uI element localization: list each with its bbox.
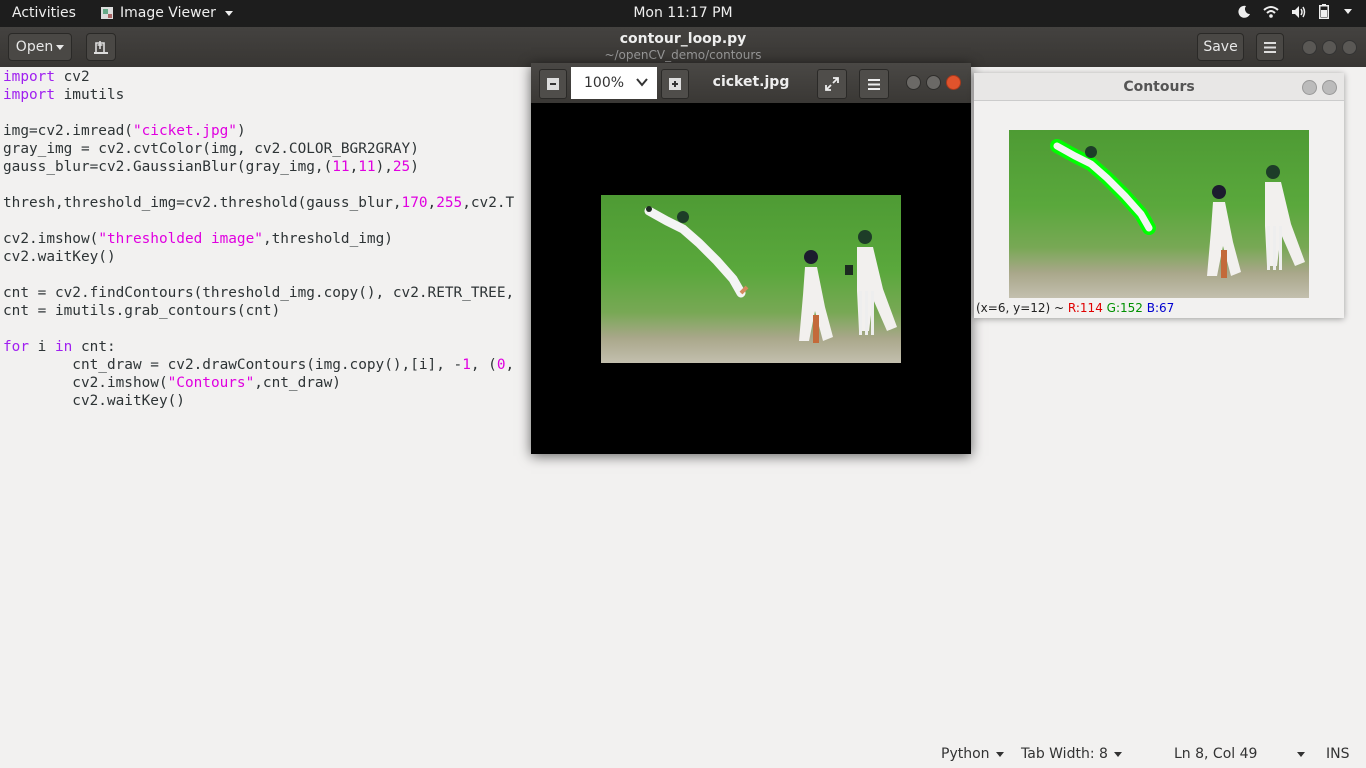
- plus-icon: [669, 78, 681, 90]
- pixel-blue: B:67: [1146, 301, 1175, 315]
- image-viewer-window[interactable]: 100% cicket.jpg: [531, 63, 971, 454]
- code-line[interactable]: ​: [3, 176, 514, 194]
- code-line[interactable]: cnt = cv2.findContours(threshold_img.cop…: [3, 284, 514, 302]
- editor-headerbar: Open contour_loop.py ~/openCV_demo/conto…: [0, 27, 1366, 67]
- viewer-close-button[interactable]: [946, 75, 961, 90]
- tab-width-selector[interactable]: Tab Width: 8: [1021, 746, 1122, 762]
- contour-scene-drawing: [1050, 139, 1305, 278]
- activities-button[interactable]: Activities: [12, 5, 76, 21]
- code-line[interactable]: cnt = imutils.grab_contours(cnt): [3, 302, 514, 320]
- contour-image: [1009, 130, 1309, 298]
- save-button[interactable]: Save: [1197, 33, 1244, 61]
- code-line[interactable]: import cv2: [3, 68, 514, 86]
- insert-mode-indicator: INS: [1326, 746, 1350, 762]
- hamburger-menu-button[interactable]: [1256, 33, 1284, 61]
- code-line[interactable]: gauss_blur=cv2.GaussianBlur(gray_img,(11…: [3, 158, 514, 176]
- viewer-headerbar: 100% cicket.jpg: [531, 63, 971, 103]
- code-line[interactable]: ​: [3, 212, 514, 230]
- minimize-button[interactable]: [1302, 40, 1317, 55]
- code-line[interactable]: thresh,threshold_img=cv2.threshold(gauss…: [3, 194, 514, 212]
- viewer-title: cicket.jpg: [712, 74, 790, 90]
- code-line[interactable]: gray_img = cv2.cvtColor(img, cv2.COLOR_B…: [3, 140, 514, 158]
- contours-title: Contours: [1123, 79, 1195, 95]
- zoom-value: 100%: [584, 75, 625, 91]
- code-text[interactable]: import cv2import imutils​img=cv2.imread(…: [3, 68, 514, 410]
- code-line[interactable]: ​: [3, 266, 514, 284]
- chevron-down-icon: [1344, 9, 1352, 14]
- top-bar: Activities Image Viewer Mon 11:17 PM: [0, 0, 1366, 27]
- language-label: Python: [941, 746, 990, 762]
- pixel-coords: (x=6, y=12) ~: [976, 301, 1065, 315]
- document-title: contour_loop.py: [619, 31, 747, 47]
- chevron-down-icon: [1113, 751, 1122, 757]
- cricket-image: [601, 195, 901, 363]
- viewer-minimize-button[interactable]: [906, 75, 921, 90]
- app-menu[interactable]: Image Viewer: [100, 5, 233, 21]
- zoom-in-button[interactable]: [661, 69, 689, 99]
- zoom-combobox[interactable]: 100%: [571, 67, 657, 99]
- code-line[interactable]: ​: [3, 320, 514, 338]
- volume-icon: [1292, 5, 1306, 18]
- pixel-green: G:152: [1106, 301, 1143, 315]
- code-line[interactable]: cv2.waitKey(): [3, 392, 514, 410]
- app-menu-label: Image Viewer: [120, 5, 216, 21]
- language-selector[interactable]: Python: [941, 746, 1004, 762]
- maximize-button[interactable]: [1322, 40, 1337, 55]
- tab-width-label: Tab Width: 8: [1021, 746, 1108, 762]
- clock[interactable]: Mon 11:17 PM: [633, 5, 732, 21]
- chevron-down-icon: [995, 751, 1004, 757]
- code-line[interactable]: cv2.imshow("thresholded image",threshold…: [3, 230, 514, 248]
- code-line[interactable]: img=cv2.imread("cicket.jpg"): [3, 122, 514, 140]
- contours-window[interactable]: Contours (x=6, y=12) ~ R:114 G:152 B:67: [974, 73, 1344, 318]
- chevron-down-icon: [224, 10, 233, 16]
- cursor-position-selector[interactable]: Ln 8, Col 49: [1174, 746, 1306, 762]
- image-viewer-icon: [101, 7, 113, 19]
- status-bar: Python Tab Width: 8 Ln 8, Col 49 INS: [0, 742, 1366, 768]
- hamburger-icon: [1264, 41, 1276, 53]
- pixel-info: (x=6, y=12) ~ R:114 G:152 B:67: [976, 301, 1174, 315]
- viewer-maximize-button[interactable]: [926, 75, 941, 90]
- code-line[interactable]: cnt_draw = cv2.drawContours(img.copy(),[…: [3, 356, 514, 374]
- hamburger-icon: [868, 78, 880, 90]
- fullscreen-button[interactable]: [817, 69, 847, 99]
- save-label: Save: [1203, 39, 1238, 55]
- system-tray[interactable]: [1237, 4, 1352, 19]
- fullscreen-icon: [825, 77, 839, 91]
- document-path: ~/openCV_demo/contours: [604, 48, 762, 62]
- zoom-out-button[interactable]: [539, 69, 567, 99]
- contours-minimize-button[interactable]: [1302, 80, 1317, 95]
- chevron-down-icon: [1297, 751, 1306, 757]
- minus-icon: [547, 78, 559, 90]
- battery-icon: [1319, 4, 1329, 19]
- viewer-menu-button[interactable]: [859, 69, 889, 99]
- code-line[interactable]: cv2.waitKey(): [3, 248, 514, 266]
- contours-close-button[interactable]: [1322, 80, 1337, 95]
- night-light-icon: [1238, 5, 1250, 18]
- contours-titlebar: Contours: [974, 73, 1344, 101]
- close-button[interactable]: [1342, 40, 1357, 55]
- pixel-red: R:114: [1067, 301, 1103, 315]
- cursor-position-label: Ln 8, Col 49: [1174, 746, 1258, 762]
- code-line[interactable]: ​: [3, 104, 514, 122]
- wifi-icon: [1263, 5, 1279, 18]
- code-line[interactable]: cv2.imshow("Contours",cnt_draw): [3, 374, 514, 392]
- cricket-scene-drawing: [644, 206, 897, 343]
- code-line[interactable]: import imutils: [3, 86, 514, 104]
- chevron-down-icon: [636, 78, 648, 87]
- code-line[interactable]: for i in cnt:: [3, 338, 514, 356]
